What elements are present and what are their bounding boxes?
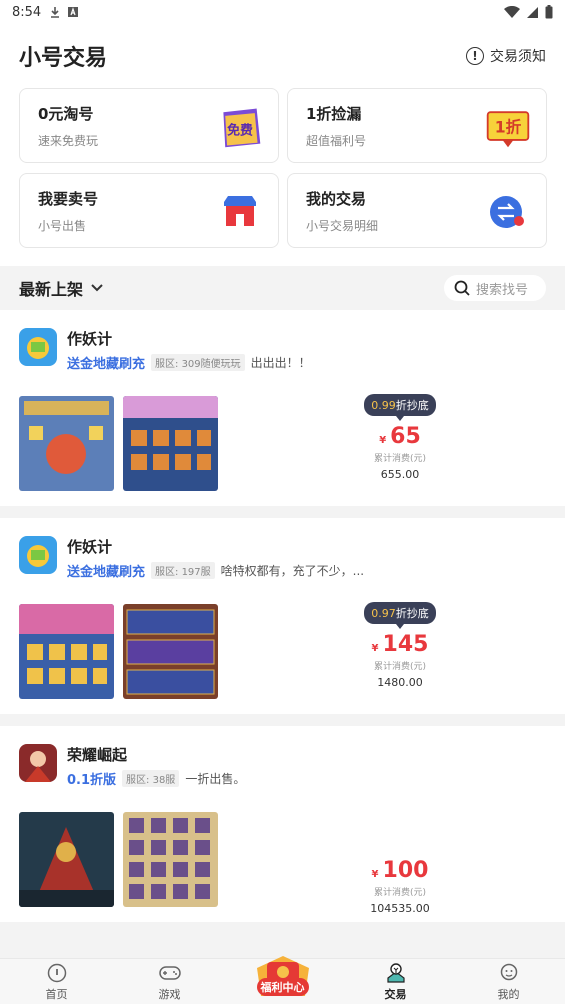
game-icon xyxy=(19,328,57,366)
tile-sell-account[interactable]: 我要卖号 小号出售 xyxy=(19,173,279,248)
server-badge: 服区: 309随便玩玩 xyxy=(151,354,245,371)
status-time: 8:54 xyxy=(12,4,42,20)
spent-label: 累计消费(元) xyxy=(373,454,427,464)
game-name: 作妖计 xyxy=(67,330,113,348)
nav-trade[interactable]: 交易 xyxy=(339,959,452,1004)
trade-notice-label: 交易须知 xyxy=(490,49,546,65)
spent-label: 累计消费(元) xyxy=(373,662,427,672)
shop-icon xyxy=(216,188,264,236)
nav-welfare[interactable]: 福利中心 xyxy=(226,956,339,1004)
battery-icon xyxy=(545,5,553,19)
one-badge-text: 1折 xyxy=(495,118,522,137)
nav-home-label: 首页 xyxy=(45,988,68,1001)
exchange-icon xyxy=(484,188,532,236)
info-icon: ! xyxy=(466,47,484,65)
free-badge-text: 免费 xyxy=(227,122,253,138)
trade-icon xyxy=(385,962,407,984)
discount-badge: 0.97折抄底 xyxy=(364,602,436,629)
screenshot-thumbnail[interactable] xyxy=(123,604,218,699)
listing-card[interactable]: 荣耀崛起 0.1折版 服区: 38服 一折出售。 ¥100 累计消费(元) 10… xyxy=(0,726,565,922)
screenshot-thumbnail[interactable] xyxy=(19,604,114,699)
tile-my-trades[interactable]: 我的交易 小号交易明细 xyxy=(287,173,547,248)
section-header: 最新上架 搜索找号 xyxy=(0,266,565,310)
spent-value: 1480.00 xyxy=(377,676,423,689)
nav-mine-label: 我的 xyxy=(497,988,520,1001)
top-section: 小号交易 ! 交易须知 0元淘号 速来免费玩 免费 1折捡漏 超值福利号 1折 … xyxy=(0,24,565,266)
price: ¥100 xyxy=(371,858,429,883)
nav-trade-label: 交易 xyxy=(384,988,407,1001)
nav-welfare-label: 福利中心 xyxy=(256,978,309,996)
price-block: 0.97折抄底 ¥145 累计消费(元) 1480.00 xyxy=(350,602,450,689)
listing-desc: 啥特权都有，充了不少，... xyxy=(220,564,365,578)
discount-badge: 0.99折抄底 xyxy=(364,394,436,421)
screenshot-thumbnail[interactable] xyxy=(123,812,218,907)
trade-notice-button[interactable]: ! 交易须知 xyxy=(466,46,546,66)
server-badge: 服区: 38服 xyxy=(122,770,180,787)
game-name: 作妖计 xyxy=(67,538,113,556)
screenshot-thumbnail[interactable] xyxy=(19,396,114,491)
home-icon xyxy=(46,962,68,984)
game-icon xyxy=(19,744,57,782)
one-discount-icon: 1折 xyxy=(484,103,532,151)
price-block: ¥100 累计消费(元) 104535.00 xyxy=(350,850,450,915)
tile-free-accounts[interactable]: 0元淘号 速来免费玩 免费 xyxy=(19,88,279,163)
font-icon xyxy=(68,7,79,17)
header: 小号交易 ! 交易须知 xyxy=(19,24,546,88)
feature-grid: 0元淘号 速来免费玩 免费 1折捡漏 超值福利号 1折 我要卖号 小号出售 我的… xyxy=(19,88,547,248)
screenshot-thumbnail[interactable] xyxy=(19,812,114,907)
nav-mine[interactable]: 我的 xyxy=(452,959,565,1004)
search-placeholder: 搜索找号 xyxy=(476,282,529,298)
game-name: 荣耀崛起 xyxy=(67,746,128,764)
tile-one-discount[interactable]: 1折捡漏 超值福利号 1折 xyxy=(287,88,547,163)
screenshot-thumbnail[interactable] xyxy=(123,396,218,491)
nav-home[interactable]: 首页 xyxy=(0,959,113,1004)
spent-value: 104535.00 xyxy=(370,902,430,915)
promo-tag: 送金地藏刷充 xyxy=(67,565,146,580)
page-title: 小号交易 xyxy=(19,46,108,71)
wifi-icon xyxy=(504,5,520,18)
game-icon xyxy=(19,536,57,574)
price: ¥145 xyxy=(371,632,429,657)
nav-games-label: 游戏 xyxy=(158,988,181,1001)
listing-card[interactable]: 作妖计 送金地藏刷充 服区: 197服 啥特权都有，充了不少，... 0.97折… xyxy=(0,518,565,714)
search-input[interactable]: 搜索找号 xyxy=(444,275,546,301)
listing-desc: 一折出售。 xyxy=(185,772,246,786)
profile-icon xyxy=(498,962,520,984)
spent-value: 655.00 xyxy=(380,468,420,481)
bottom-nav: 首页 游戏 福利中心 交易 我的 xyxy=(0,956,565,1004)
gamepad-icon xyxy=(158,962,181,984)
chevron-down-icon xyxy=(91,284,103,292)
price-block: 0.99折抄底 ¥65 累计消费(元) 655.00 xyxy=(350,394,450,481)
server-badge: 服区: 197服 xyxy=(151,562,215,579)
download-icon xyxy=(51,7,60,18)
listing-desc: 出出出！！ xyxy=(250,356,311,370)
spent-label: 累计消费(元) xyxy=(373,888,427,898)
sort-dropdown[interactable]: 最新上架 xyxy=(19,276,103,300)
search-icon xyxy=(454,280,470,296)
section-title: 最新上架 xyxy=(19,280,84,299)
price: ¥65 xyxy=(379,424,421,449)
promo-tag: 送金地藏刷充 xyxy=(67,357,146,372)
listing-card[interactable]: 作妖计 送金地藏刷充 服区: 309随便玩玩 出出出！！ 0.99折抄底 ¥65… xyxy=(0,310,565,506)
status-bar: 8:54 xyxy=(0,0,565,24)
promo-tag: 0.1折版 xyxy=(67,773,117,788)
free-icon: 免费 xyxy=(216,103,264,151)
nav-games[interactable]: 游戏 xyxy=(113,959,226,1004)
signal-icon xyxy=(527,6,538,18)
